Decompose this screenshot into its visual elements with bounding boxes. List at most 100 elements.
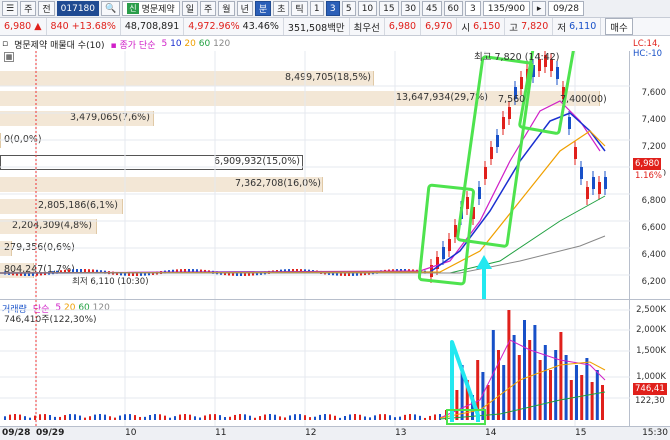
period-minute[interactable]: 분 — [254, 1, 272, 16]
volume-bar — [304, 415, 306, 420]
ma-period-120: 120 — [213, 39, 231, 49]
volume-bar — [239, 414, 241, 420]
chevron-icon[interactable]: ▸ — [532, 1, 547, 16]
ma-period-20: 20 — [184, 39, 199, 49]
minute-1[interactable]: 1 — [309, 1, 324, 16]
ma-period-60: 60 — [198, 39, 214, 49]
buy-button[interactable]: 매수 — [605, 18, 633, 35]
volume-bar — [249, 415, 251, 420]
volume-bar — [279, 416, 281, 420]
volume-bar — [585, 358, 589, 420]
volume: 48,708,891 — [121, 18, 185, 35]
interval-select[interactable]: 3 — [464, 1, 481, 16]
volume-y-tick: 1,000K — [636, 372, 666, 382]
volume-bar — [259, 416, 261, 420]
candle — [502, 117, 505, 129]
overlay-label-1: 7,560 — [498, 94, 526, 105]
candle — [604, 177, 607, 189]
minute-15[interactable]: 15 — [379, 1, 399, 16]
minute-60[interactable]: 60 — [443, 1, 463, 16]
volume-y-tick: 2,000K — [636, 325, 666, 335]
minute-5[interactable]: 5 — [341, 1, 356, 16]
candle — [496, 135, 499, 147]
candle — [586, 187, 589, 199]
candle — [574, 147, 577, 159]
volume-y-tick: 2,500K — [636, 305, 666, 315]
minute-3[interactable]: 3 — [325, 1, 340, 16]
volume-bar — [134, 415, 136, 420]
volume-bar — [14, 414, 16, 420]
period-year[interactable]: 년 — [236, 1, 253, 16]
date-field[interactable]: 09/28 — [548, 1, 585, 16]
volume-chart[interactable] — [0, 300, 630, 426]
volume-bar — [194, 416, 196, 420]
open-price: 시 6,150 — [457, 18, 506, 35]
overlay-label-2: 7,400(00) — [560, 94, 607, 105]
main-menu[interactable]: 주 — [20, 1, 37, 16]
volume-bar — [199, 417, 201, 420]
volume-bar — [364, 416, 366, 420]
ma5-line — [0, 100, 601, 274]
period-second[interactable]: 초 — [273, 1, 290, 16]
candle — [592, 177, 595, 189]
price-pane[interactable]: 8,499,705(18,5%) 13,647,934(29,7%) 3,479,0… — [0, 51, 630, 299]
x-tick: 12 — [305, 428, 317, 438]
volume-bar — [164, 415, 166, 420]
period-week[interactable]: 주 — [200, 1, 217, 16]
volume-bar — [319, 414, 321, 420]
volume-bar — [124, 414, 126, 420]
current-price-tag: 6,980 — [633, 158, 662, 170]
volume-bar — [590, 382, 594, 420]
minute-10[interactable]: 10 — [357, 1, 378, 16]
stock-code-input[interactable]: 017180 — [56, 1, 99, 16]
ma-period-5: 5 — [161, 39, 171, 49]
price-y-tick: 7,200 — [641, 142, 666, 152]
low-price: 저 6,110 — [553, 18, 602, 35]
volume-bar — [109, 416, 111, 420]
volume-bar — [601, 385, 604, 420]
price-y-tick: 6,400 — [641, 250, 666, 260]
volume-bar — [99, 414, 101, 420]
high-price: 고 7,820 — [505, 18, 554, 35]
volume-bar — [384, 414, 386, 420]
prev-menu[interactable]: 전 — [38, 1, 55, 16]
ask-price: 6,980 — [385, 18, 422, 35]
x-tick: 10 — [125, 428, 137, 438]
minute-45[interactable]: 45 — [422, 1, 442, 16]
volume-bar — [219, 415, 221, 420]
candle — [72, 269, 74, 273]
volume-bar — [374, 415, 376, 420]
volume-bar — [507, 310, 511, 420]
ma-periods: 5 10 20 60 120 — [162, 39, 231, 49]
volume-bar — [264, 414, 266, 420]
volume-bar — [379, 414, 381, 420]
stock-name: 명문제약 — [141, 5, 175, 15]
candle — [80, 269, 82, 273]
period-tick[interactable]: 틱 — [291, 1, 308, 16]
price-y-tick: 7,600 — [641, 88, 666, 98]
x-tick: 14 — [485, 428, 497, 438]
period-day[interactable]: 일 — [181, 1, 198, 16]
search-icon[interactable]: 🔍 — [101, 1, 121, 16]
volume-pane[interactable] — [0, 300, 630, 426]
pane-menu-icon[interactable]: ▫ — [2, 39, 8, 49]
price-y-tick: 6,600 — [641, 223, 666, 233]
volume-bar — [54, 416, 56, 420]
stock-name-box[interactable]: 신 명문제약 — [122, 1, 180, 16]
volume-bar — [455, 390, 459, 420]
candle — [556, 67, 559, 79]
range-counter[interactable]: 135/900 — [482, 1, 531, 16]
list-icon[interactable]: ☰ — [2, 1, 19, 16]
volume-bar — [169, 417, 171, 420]
volume-bar — [324, 414, 326, 420]
minute-30[interactable]: 30 — [400, 1, 421, 16]
volume-bar — [119, 415, 121, 420]
price-y-tick: 6,800 — [641, 196, 666, 206]
price-chart[interactable] — [0, 51, 630, 299]
volume-bar — [269, 414, 271, 420]
volume-bar — [184, 414, 186, 420]
period-month[interactable]: 월 — [218, 1, 235, 16]
volume-bar — [189, 414, 191, 420]
candle — [520, 77, 523, 89]
volume-bar — [369, 417, 371, 420]
